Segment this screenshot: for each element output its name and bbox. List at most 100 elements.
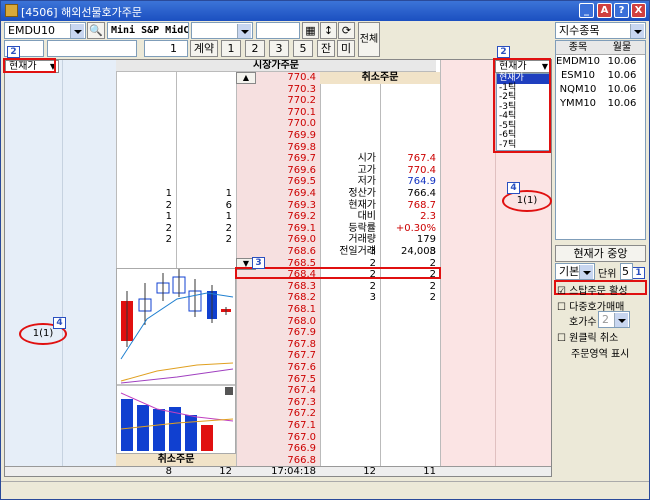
market-order-header[interactable]: 시장가주문 xyxy=(116,60,436,72)
price-cell: 769.2 xyxy=(287,211,316,223)
order-input-b[interactable] xyxy=(47,40,137,57)
grid-icon[interactable]: ▦ xyxy=(302,22,319,39)
chevron-down-icon[interactable] xyxy=(630,24,644,38)
checkmark-icon: ☑ xyxy=(557,286,566,297)
price-cell: 768.1 xyxy=(287,304,316,315)
close-button[interactable]: X xyxy=(631,3,646,18)
price-cell: 766.8 xyxy=(287,454,316,466)
badge-2-right: 2 xyxy=(497,46,510,58)
bid-qty-cell: 6 xyxy=(225,199,232,211)
price-cell: 768.0 xyxy=(287,315,316,327)
left-order-column-2[interactable] xyxy=(62,60,116,476)
left-order-column[interactable] xyxy=(5,60,62,476)
price-cell: 767.2 xyxy=(287,408,316,420)
right-order-column[interactable] xyxy=(440,60,495,476)
all-button[interactable]: 전체 xyxy=(358,22,380,57)
tick-button-3[interactable]: 3 xyxy=(269,40,289,57)
price-cell: 769.9 xyxy=(287,130,316,141)
info-label: 대비 xyxy=(357,211,376,223)
info-value: 767.4 xyxy=(407,153,436,165)
price-cell: 770.3 xyxy=(287,83,316,95)
price-cell: 766.9 xyxy=(287,443,316,455)
bid-count-cell xyxy=(116,165,172,177)
bid-qty-cell: 2 xyxy=(225,234,232,246)
tick-button-1[interactable]: 1 xyxy=(221,40,241,57)
price-cell: 767.5 xyxy=(287,373,316,385)
font-button[interactable]: A xyxy=(597,3,612,18)
info-label: 정산가 xyxy=(348,188,376,199)
title-bar: [4506] 해외선물호가주문 _ A ? X xyxy=(1,1,649,21)
order-area-label: 주문영역 표시 xyxy=(571,349,630,360)
refresh-icon[interactable]: ⟳ xyxy=(338,22,355,39)
bid-qty-cell xyxy=(176,95,232,107)
bid-qty-cell xyxy=(176,107,232,119)
cancel-order-footer[interactable]: 취소주문 xyxy=(116,454,236,466)
time-display: 17:04:18 xyxy=(271,466,316,477)
password-input[interactable] xyxy=(256,22,300,39)
bid-count-cell: 2 xyxy=(165,222,172,234)
bid-qty-cell xyxy=(176,176,232,188)
oneclick-cancel-checkbox[interactable]: ☐ 원클릭 취소 xyxy=(557,329,618,344)
bid-count-cell: 1 xyxy=(165,211,172,223)
index-row[interactable]: ESM10 10.06 xyxy=(556,69,645,83)
tick-button-2[interactable]: 2 xyxy=(245,40,265,57)
minimize-button[interactable]: _ xyxy=(579,3,594,18)
info-label: 등락률 xyxy=(348,222,376,234)
index-dropdown[interactable]: 지수종목 xyxy=(555,22,646,39)
bid-count-cell xyxy=(116,153,172,165)
symbol-value: EMDU10 xyxy=(8,24,55,37)
account-select[interactable] xyxy=(191,22,253,39)
scroll-up-icon[interactable]: ▲ xyxy=(236,72,256,84)
cancel-order-header[interactable]: 취소주문 xyxy=(320,72,440,84)
price-cell: 770.1 xyxy=(287,106,316,118)
tick-button-5[interactable]: 5 xyxy=(293,40,313,57)
chevron-down-icon[interactable] xyxy=(579,265,593,279)
basic-value: 기본 xyxy=(559,265,580,278)
remain-button[interactable]: 잔 xyxy=(317,40,335,57)
bid-count-cell xyxy=(116,130,172,142)
price-cell: 767.1 xyxy=(287,420,316,431)
price-cell: 769.4 xyxy=(287,188,316,199)
index-row[interactable]: NQM10 10.06 xyxy=(556,83,645,97)
bid-count-cell: 1 xyxy=(165,188,172,199)
price-cell: 770.0 xyxy=(287,118,316,130)
stop-order-checkbox[interactable]: ☑ 스탑주문 활성 xyxy=(557,282,628,297)
price-cell: 769.1 xyxy=(287,222,316,234)
hoga-count-select[interactable]: 2 xyxy=(598,311,630,328)
col-month-header: 월물 xyxy=(612,42,632,53)
basic-dropdown[interactable]: 기본 xyxy=(555,263,595,280)
status-bar xyxy=(1,481,649,499)
badge-4-right: 4 xyxy=(507,182,520,194)
help-button[interactable]: ? xyxy=(614,3,629,18)
quantity-stepper[interactable]: 1 xyxy=(144,40,188,57)
index-month: 10.06 xyxy=(607,56,637,67)
chevron-down-icon[interactable] xyxy=(614,313,628,327)
unfilled-button[interactable]: 미 xyxy=(337,40,355,57)
bid-count-cell xyxy=(116,107,172,119)
left-total-2: 12 xyxy=(219,466,232,477)
updown-arrow-icon[interactable]: ↕ xyxy=(320,22,337,39)
chevron-down-icon[interactable] xyxy=(237,24,251,38)
ask-count-cell: 2 xyxy=(429,292,436,304)
price-cell: 767.0 xyxy=(287,431,316,443)
index-symbol: ESM10 xyxy=(560,70,596,81)
center-current-button[interactable]: 현재가 중앙 xyxy=(555,245,646,262)
index-month: 10.06 xyxy=(607,70,637,81)
price-cell: 770.2 xyxy=(287,95,316,107)
checkbox-empty-icon: ☐ xyxy=(557,333,566,344)
bid-count-cell xyxy=(116,95,172,107)
bid-count-cell xyxy=(116,176,172,188)
index-row[interactable]: EMDM10 10.06 xyxy=(556,55,645,69)
ask-count-cell: 3 xyxy=(429,246,436,257)
highlight-current-row xyxy=(235,267,441,279)
symbol-input[interactable]: EMDU10 xyxy=(4,22,86,39)
bid-qty-cell xyxy=(176,130,232,142)
search-button[interactable]: 🔍 xyxy=(87,22,105,39)
bid-qty-cell xyxy=(176,72,232,84)
index-row[interactable]: YMM10 10.06 xyxy=(556,97,645,111)
unit-input[interactable]: 5 xyxy=(620,263,633,280)
bid-count-cell xyxy=(116,84,172,96)
chevron-down-icon[interactable] xyxy=(70,24,84,38)
info-value: 2.3 xyxy=(420,211,436,223)
bid-qty-cell: 2 xyxy=(225,222,232,234)
